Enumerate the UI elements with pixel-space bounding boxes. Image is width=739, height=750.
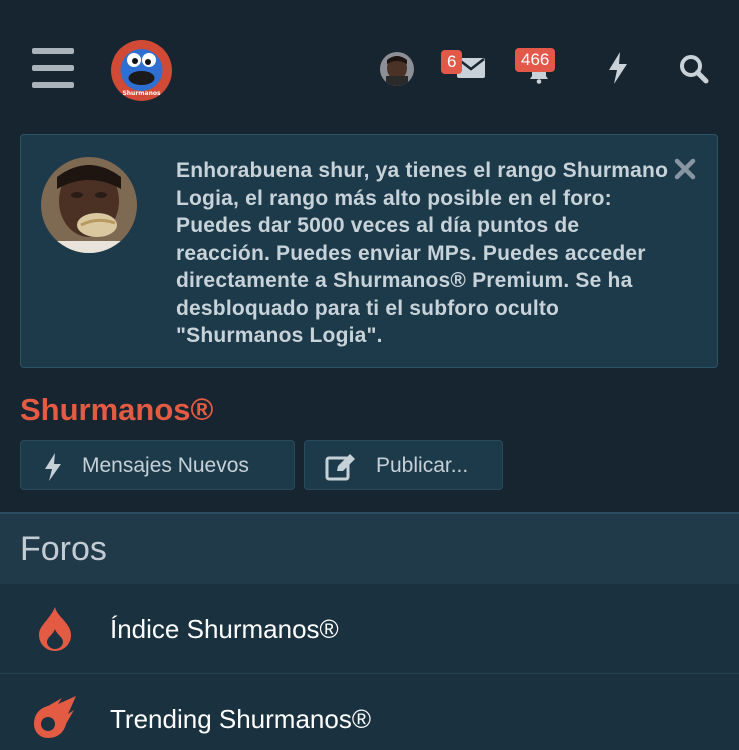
user-avatar[interactable] — [380, 52, 414, 86]
hamburger-icon[interactable] — [32, 48, 74, 88]
lightning-icon — [45, 453, 61, 481]
site-title[interactable]: Shurmanos® — [20, 392, 213, 428]
alerts-badge: 466 — [515, 48, 556, 72]
new-posts-button[interactable]: Mensajes Nuevos — [20, 440, 295, 490]
forum-item-label: Índice Shurmanos® — [110, 614, 339, 644]
close-icon[interactable] — [673, 157, 697, 181]
flame-icon — [39, 607, 71, 651]
post-button[interactable]: Publicar... — [304, 440, 503, 490]
site-logo[interactable]: Shurmanos — [111, 40, 172, 101]
rank-notice: Enhorabuena shur, ya tienes el rango Shu… — [20, 134, 718, 368]
forum-item-label: Trending Shurmanos® — [110, 704, 371, 734]
post-label: Publicar... — [376, 454, 469, 477]
notice-message: Enhorabuena shur, ya tienes el rango Shu… — [176, 159, 669, 347]
messages-badge: 6 — [441, 50, 463, 74]
messages-button[interactable]: 6 — [441, 50, 487, 82]
top-bar: Shurmanos 6 466 — [0, 0, 739, 135]
forums-heading: Foros — [20, 530, 107, 568]
lightning-icon[interactable] — [607, 52, 629, 84]
meteor-icon — [34, 696, 76, 738]
cookie-monster-logo: Shurmanos — [111, 40, 172, 101]
forum-item[interactable]: Trending Shurmanos® — [0, 674, 739, 750]
new-posts-label: Mensajes Nuevos — [82, 454, 249, 477]
logo-text: Shurmanos — [122, 90, 161, 97]
alerts-button[interactable]: 466 — [515, 48, 561, 84]
notice-avatar — [41, 157, 137, 253]
search-icon[interactable] — [679, 54, 709, 84]
edit-icon — [325, 454, 355, 481]
forum-item[interactable]: Índice Shurmanos® — [0, 584, 739, 674]
forums-header: Foros — [0, 512, 739, 584]
